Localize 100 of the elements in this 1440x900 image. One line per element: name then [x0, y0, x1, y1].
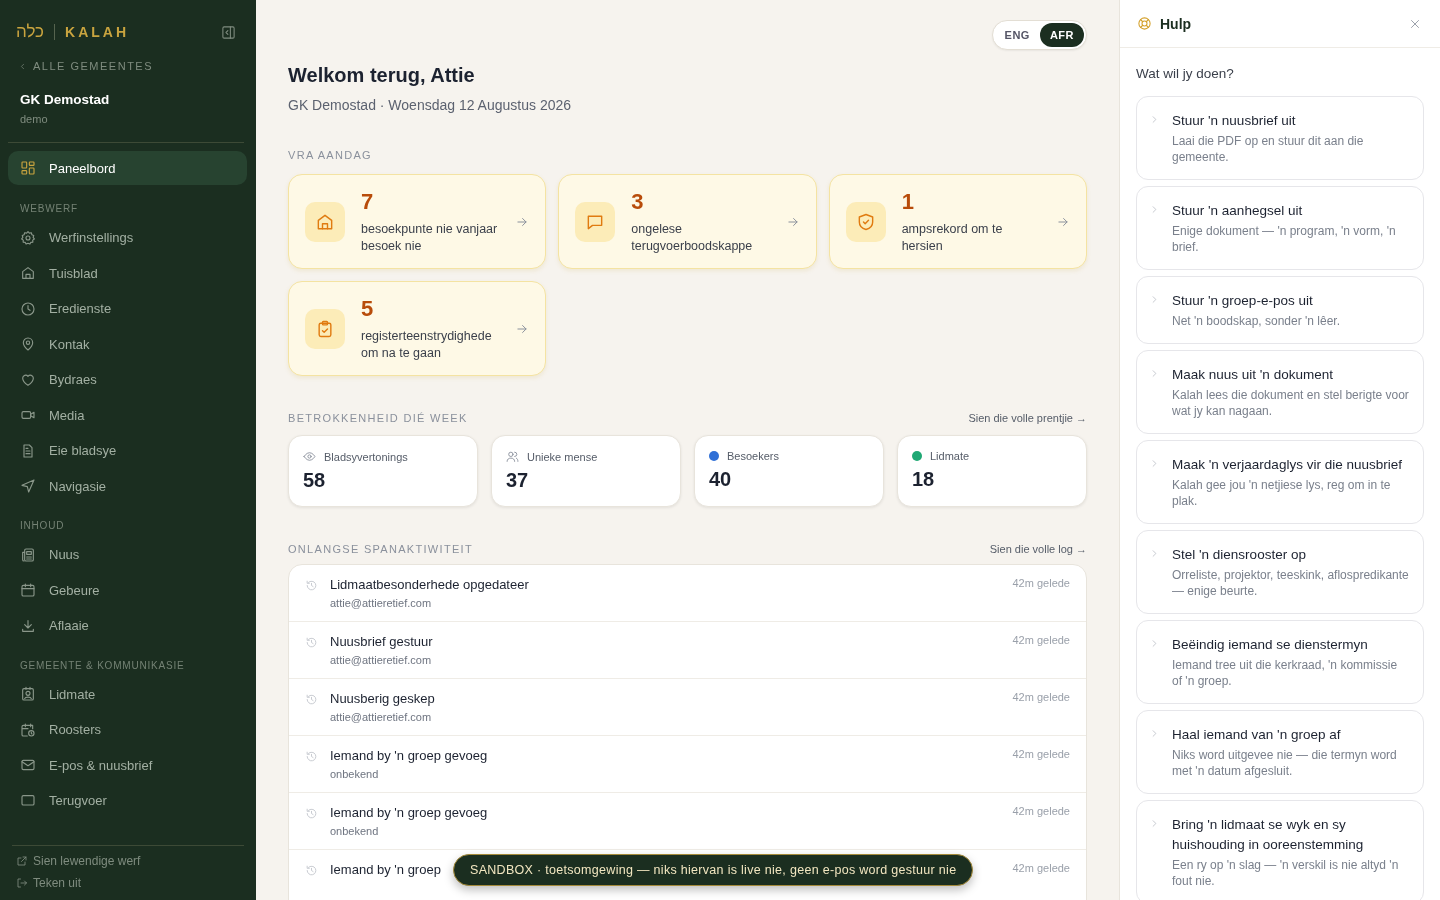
- gear-icon: [20, 229, 36, 246]
- stat-label: Besoekers: [727, 450, 779, 462]
- nav-item[interactable]: E-pos & nuusbrief: [8, 747, 247, 783]
- help-option-title: Stel 'n diensrooster op: [1172, 546, 1307, 564]
- history-icon: [305, 579, 318, 592]
- home-icon: [20, 265, 36, 282]
- nav-section-heading: WEBWERF: [19, 202, 79, 216]
- help-option-card[interactable]: Stuur 'n aanhegsel uit Enige dokument — 'n program, 'n vorm, 'n brief.: [1136, 186, 1424, 270]
- eye-icon: [303, 450, 316, 463]
- activity-time: 42m gelede: [1012, 634, 1070, 646]
- activity-title: Iemand by 'n groep gevoeg: [330, 748, 488, 763]
- collapse-sidebar-icon[interactable]: [221, 24, 236, 40]
- dashboard-icon: [20, 160, 36, 176]
- nav-item[interactable]: Lidmate: [8, 676, 247, 712]
- nav-item[interactable]: Bydraes: [8, 362, 247, 398]
- history-icon: [305, 750, 318, 763]
- help-option-description: Een ry op 'n slag — 'n verskil is nie altyd 'n fout nie.: [1172, 857, 1400, 889]
- users-icon: [506, 450, 519, 463]
- view-all-link[interactable]: Sien die volle prentjie →: [968, 412, 1087, 424]
- attention-card[interactable]: 1 ampsrekord om te hersien: [828, 174, 1087, 269]
- attention-count: 1: [901, 188, 915, 215]
- history-icon: [305, 636, 318, 649]
- clock-icon: [20, 300, 36, 317]
- nav-item[interactable]: Eie bladsye: [8, 433, 247, 469]
- attention-count: 7: [361, 188, 375, 215]
- activity-user: onbekend: [330, 825, 380, 837]
- help-title: Hulp: [1160, 15, 1192, 32]
- stat-label: Bladsyvertonings: [324, 450, 408, 463]
- language-option[interactable]: ENG: [994, 23, 1040, 47]
- org-name: GK Demostad: [20, 92, 111, 107]
- stat-value: 40: [709, 468, 733, 491]
- attention-card[interactable]: 3 ongelese terugvoerboodskappe: [558, 174, 817, 269]
- activity-time: 42m gelede: [1012, 577, 1070, 589]
- nav-item[interactable]: Navigasie: [8, 468, 247, 504]
- lifebuoy-icon: [1137, 16, 1152, 31]
- help-option-description: Orreliste, projektor, teeskink, aflospredikante — enige beurte.: [1172, 567, 1409, 599]
- nav-item[interactable]: Eredienste: [8, 291, 247, 327]
- section-heading: VRA AANDAG: [288, 149, 372, 161]
- newspaper-icon: [20, 546, 36, 563]
- calendar-icon: [20, 582, 36, 599]
- logout-icon: [16, 877, 28, 889]
- nav-item[interactable]: Roosters: [8, 712, 247, 748]
- history-icon: [305, 807, 318, 820]
- help-option-title: Stuur 'n nuusbrief uit: [1172, 112, 1297, 130]
- help-option-title: Bring 'n lidmaat se wyk en sy huishouding in ooreenstemming: [1172, 816, 1365, 854]
- help-option-title: Beëindig iemand se dienstermyn: [1172, 636, 1369, 654]
- help-option-card[interactable]: Maak nuus uit 'n dokument Kalah lees die dokument en stel berigte voor wat jy kan nagaan.: [1136, 350, 1424, 434]
- history-icon: [305, 693, 318, 706]
- footer-link[interactable]: Sien lewendige werf: [16, 854, 244, 868]
- nav-item[interactable]: Aflaaie: [8, 608, 247, 644]
- footer-link[interactable]: Teken uit: [16, 876, 244, 890]
- nav-item[interactable]: Kontak: [8, 326, 247, 362]
- activity-user: attie@attieretief.com: [330, 711, 433, 723]
- pin-icon: [20, 336, 36, 353]
- nav-item[interactable]: Tuisblad: [8, 255, 247, 291]
- attention-label: besoekpunte nie vanjaar besoek nie: [361, 220, 499, 255]
- help-option-card[interactable]: Haal iemand van 'n groep af Niks word uitgevee nie — die termyn word met 'n datum afgesluit.: [1136, 710, 1424, 794]
- history-icon: [305, 864, 318, 877]
- stat-label: Unieke mense: [527, 450, 598, 463]
- attention-card[interactable]: 7 besoekpunte nie vanjaar besoek nie: [288, 174, 547, 269]
- help-option-description: Enige dokument — 'n program, 'n vorm, 'n brief.: [1172, 223, 1397, 255]
- help-question: Wat wil jy doen?: [1136, 66, 1235, 81]
- activity-title: Iemand by 'n groep: [330, 862, 441, 877]
- org-slug: demo: [20, 113, 49, 125]
- help-option-title: Haal iemand van 'n groep af: [1172, 726, 1342, 744]
- back-link[interactable]: ALLE GEMEENTES: [33, 60, 154, 72]
- help-option-card[interactable]: Beëindig iemand se dienstermyn Iemand tree uit die kerkraad, 'n kommissie of 'n groep.: [1136, 620, 1424, 704]
- help-option-title: Stuur 'n aanhegsel uit: [1172, 202, 1304, 220]
- section-heading: BETROKKENHEID DIÉ WEEK: [288, 412, 468, 424]
- stat-label: Lidmate: [930, 450, 970, 462]
- view-all-link[interactable]: Sien die volle log →: [989, 543, 1087, 555]
- activity-time: 42m gelede: [1012, 862, 1070, 874]
- help-option-card[interactable]: Maak 'n verjaardaglys vir die nuusbrief Kalah gee jou 'n netjiese lys, reg om in te plak.: [1136, 440, 1424, 524]
- nav-item[interactable]: Terugvoer: [8, 783, 247, 819]
- sandbox-banner: SANDBOX · toetsomgewing — niks hiervan is live nie, geen e-pos word gestuur nie: [453, 854, 974, 886]
- activity-title: Lidmaatbesonderhede opgedateer: [330, 577, 529, 592]
- help-option-title: Stuur 'n groep-e-pos uit: [1172, 292, 1314, 310]
- nav-item[interactable]: Nuus: [8, 537, 247, 573]
- help-option-description: Net 'n boodskap, sonder 'n lêer.: [1172, 313, 1341, 329]
- nav-item[interactable]: Gebeure: [8, 572, 247, 608]
- stat-value: 58: [303, 469, 327, 492]
- nav-item[interactable]: Werfinstellings: [8, 220, 247, 256]
- download-icon: [20, 617, 36, 634]
- attention-count: 3: [631, 188, 645, 215]
- attention-count: 5: [361, 295, 375, 322]
- activity-user: onbekend: [330, 768, 380, 780]
- language-option[interactable]: AFR: [1039, 23, 1084, 47]
- attention-card[interactable]: 5 registerteenstrydighede om na te gaan: [288, 281, 547, 376]
- nav-item[interactable]: Media: [8, 397, 247, 433]
- clipboard-icon: [315, 318, 335, 339]
- section-heading: ONLANGSE SPANAKTIWITEIT: [288, 543, 473, 555]
- help-option-card[interactable]: Stuur 'n nuusbrief uit Laai die PDF op en stuur dit aan die gemeente.: [1136, 96, 1424, 180]
- activity-user: attie@attieretief.com: [330, 597, 433, 609]
- nav-section-heading: GEMEENTE & KOMMUNIKASIE: [19, 658, 186, 673]
- attention-label: ampsrekord om te hersien: [901, 220, 1004, 255]
- stat-value: 18: [912, 468, 936, 491]
- nav-item[interactable]: Paneelbord: [8, 151, 247, 185]
- help-option-card[interactable]: Stuur 'n groep-e-pos uit Net 'n boodskap, sonder 'n lêer.: [1136, 276, 1424, 344]
- help-option-description: Niks word uitgevee nie — die termyn word met 'n datum afgesluit.: [1172, 747, 1398, 779]
- help-option-card[interactable]: Stel 'n diensrooster op Orreliste, projektor, teeskink, aflospredikante — enige beurte.: [1136, 530, 1424, 614]
